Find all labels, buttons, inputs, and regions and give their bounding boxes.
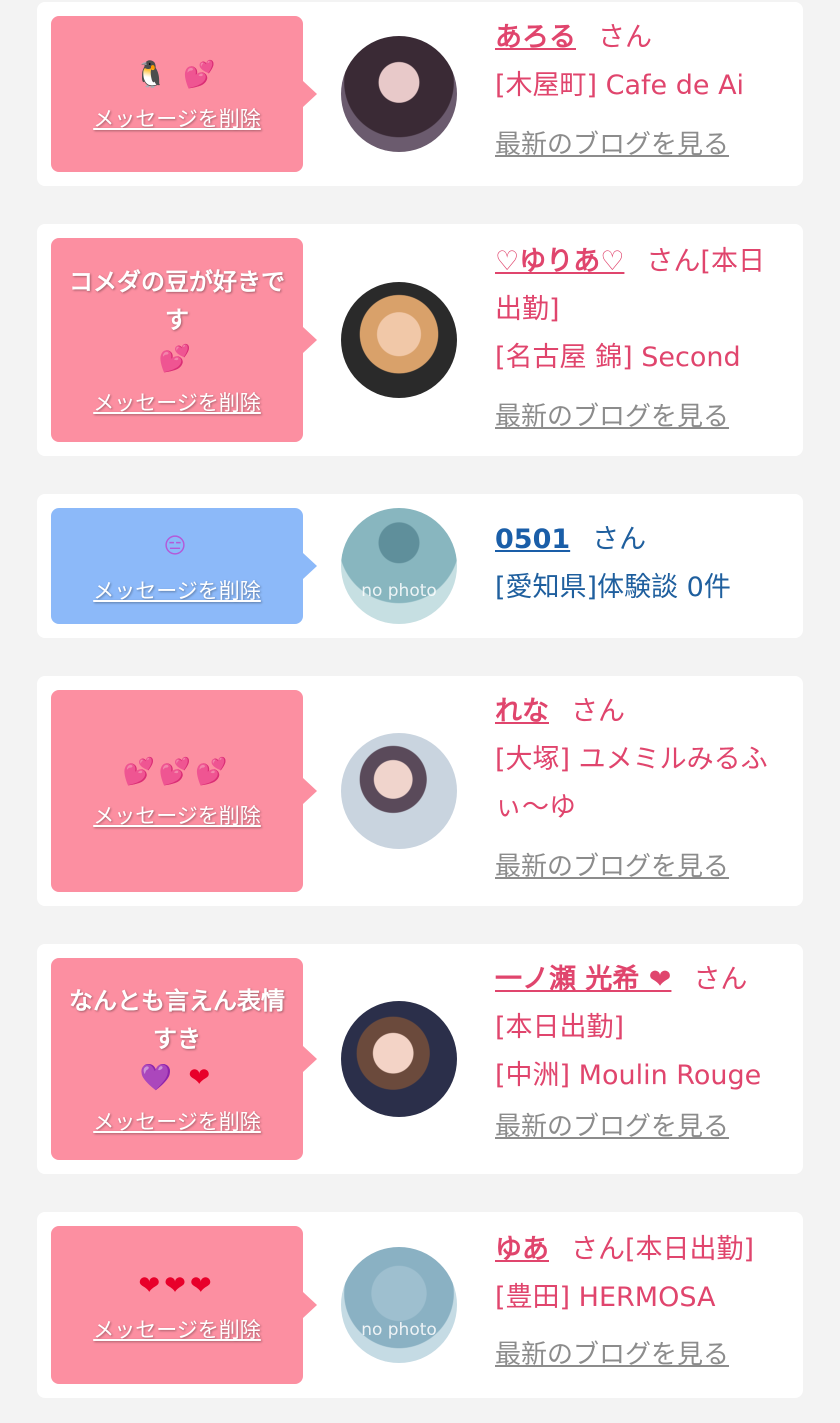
message-emoji: 💕💕💕 bbox=[122, 757, 232, 787]
message-card: 😑 メッセージを削除 no photo 0501 さん [愛知県]体験談 0件 bbox=[37, 494, 803, 638]
message-bubble: 🐧 💕 メッセージを削除 bbox=[51, 16, 317, 172]
profile-name-link[interactable]: 一ノ瀬 光希 ❤ bbox=[495, 964, 671, 995]
name-suffix: さん bbox=[592, 524, 647, 555]
message-text: コメダの豆が好きです bbox=[69, 268, 285, 334]
name-suffix: さん[本日出勤] bbox=[571, 1234, 755, 1265]
name-suffix: さん bbox=[571, 696, 625, 727]
profile-name-link[interactable]: あろる bbox=[495, 22, 576, 53]
message-emoji: 💕 bbox=[158, 344, 196, 374]
message-card: 💕💕💕 メッセージを削除 れな さん [大塚] ユメミルみるふぃ〜ゆ 最新のブログ… bbox=[37, 676, 803, 906]
latest-blog-link[interactable]: 最新のブログを見る bbox=[495, 1106, 791, 1143]
latest-blog-link[interactable]: 最新のブログを見る bbox=[495, 846, 791, 883]
delete-message-link[interactable]: メッセージを削除 bbox=[93, 800, 261, 830]
profile-name-link[interactable]: れな bbox=[495, 696, 549, 727]
delete-message-link[interactable]: メッセージを削除 bbox=[93, 1314, 261, 1344]
name-suffix: さん bbox=[598, 22, 652, 53]
status-info: [本日出勤] bbox=[495, 1012, 625, 1043]
no-photo-label: no photo bbox=[361, 1320, 437, 1340]
avatar[interactable]: no photo bbox=[341, 508, 457, 624]
profile-info: 0501 さん [愛知県]体験談 0件 bbox=[495, 516, 791, 612]
shop-info: [名古屋 錦] Second bbox=[495, 342, 741, 373]
avatar[interactable]: no photo bbox=[341, 1247, 457, 1363]
latest-blog-link[interactable]: 最新のブログを見る bbox=[495, 124, 791, 161]
profile-info: れな さん [大塚] ユメミルみるふぃ〜ゆ 最新のブログを見る bbox=[495, 688, 791, 883]
message-emoji: 😑 bbox=[163, 534, 191, 559]
profile-info: ゆあ さん[本日出勤] [豊田] HERMOSA 最新のブログを見る bbox=[495, 1226, 791, 1371]
avatar[interactable] bbox=[341, 36, 457, 152]
avatar[interactable] bbox=[341, 733, 457, 849]
delete-message-link[interactable]: メッセージを削除 bbox=[93, 103, 261, 133]
avatar[interactable] bbox=[341, 282, 457, 398]
profile-info: ♡ゆりあ♡ さん[本日出勤] [名古屋 錦] Second 最新のブログを見る bbox=[495, 238, 791, 433]
message-card: ❤❤❤ メッセージを削除 no photo ゆあ さん[本日出勤] [豊田] HE… bbox=[37, 1212, 803, 1398]
message-emoji: ❤❤❤ bbox=[138, 1271, 216, 1301]
name-suffix: さん bbox=[693, 964, 748, 995]
profile-info: 一ノ瀬 光希 ❤ さん [本日出勤] [中洲] Moulin Rouge 最新のブ… bbox=[495, 956, 791, 1143]
delete-message-link[interactable]: メッセージを削除 bbox=[93, 387, 261, 417]
message-card: 🐧 💕 メッセージを削除 あろる さん [木屋町] Cafe de Ai 最新のブ… bbox=[37, 2, 803, 186]
message-bubble: 💕💕💕 メッセージを削除 bbox=[51, 690, 317, 892]
profile-name-link[interactable]: ♡ゆりあ♡ bbox=[495, 246, 624, 277]
shop-info: [愛知県]体験談 0件 bbox=[495, 572, 731, 603]
shop-info: [豊田] HERMOSA bbox=[495, 1282, 716, 1313]
message-card: なんとも言えん表情すき 💜 ❤ メッセージを削除 一ノ瀬 光希 ❤ さん [本日出… bbox=[37, 944, 803, 1174]
message-emoji: 🐧 💕 bbox=[134, 60, 220, 90]
message-bubble: ❤❤❤ メッセージを削除 bbox=[51, 1226, 317, 1384]
delete-message-link[interactable]: メッセージを削除 bbox=[93, 575, 261, 605]
profile-info: あろる さん [木屋町] Cafe de Ai 最新のブログを見る bbox=[495, 14, 791, 161]
message-emoji: 💜 ❤ bbox=[139, 1063, 215, 1093]
profile-name-link[interactable]: 0501 bbox=[495, 524, 570, 555]
latest-blog-link[interactable]: 最新のブログを見る bbox=[495, 1334, 791, 1371]
message-bubble: なんとも言えん表情すき 💜 ❤ メッセージを削除 bbox=[51, 958, 317, 1160]
message-card: コメダの豆が好きです 💕 メッセージを削除 ♡ゆりあ♡ さん[本日出勤] [名古屋… bbox=[37, 224, 803, 456]
latest-blog-link[interactable]: 最新のブログを見る bbox=[495, 396, 791, 433]
shop-info: [中洲] Moulin Rouge bbox=[495, 1060, 762, 1091]
avatar[interactable] bbox=[341, 1001, 457, 1117]
shop-info: [大塚] ユメミルみるふぃ〜ゆ bbox=[495, 744, 768, 823]
delete-message-link[interactable]: メッセージを削除 bbox=[93, 1106, 261, 1136]
profile-name-link[interactable]: ゆあ bbox=[495, 1234, 549, 1265]
shop-info: [木屋町] Cafe de Ai bbox=[495, 70, 745, 101]
no-photo-label: no photo bbox=[361, 581, 437, 601]
message-bubble: コメダの豆が好きです 💕 メッセージを削除 bbox=[51, 238, 317, 442]
message-text: なんとも言えん表情すき bbox=[69, 987, 285, 1053]
message-bubble: 😑 メッセージを削除 bbox=[51, 508, 317, 624]
